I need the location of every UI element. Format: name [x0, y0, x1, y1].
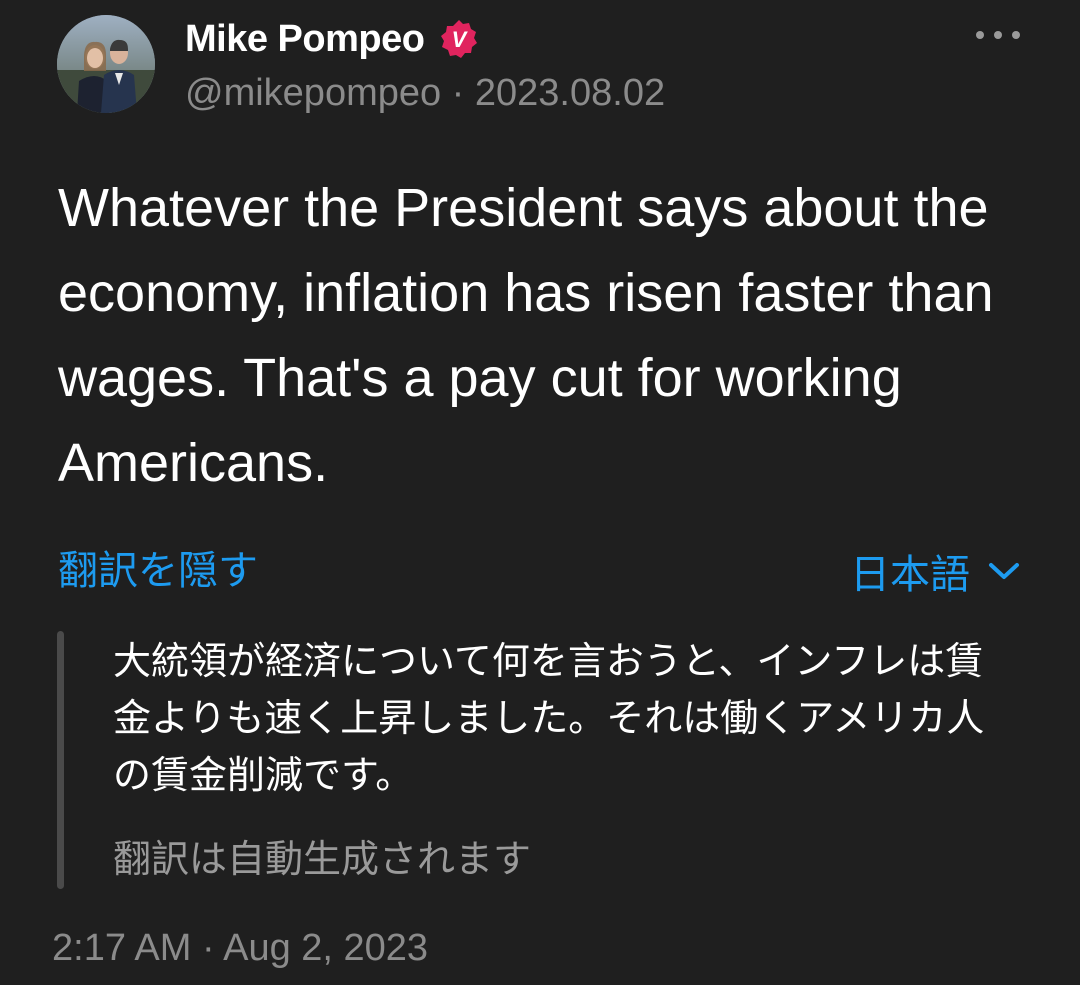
verified-badge-icon: V	[438, 18, 480, 60]
language-select[interactable]: 日本語	[850, 545, 1020, 597]
hide-translation-link[interactable]: 翻訳を隠す	[58, 545, 258, 597]
author-name-row: Mike Pompeo V	[185, 14, 480, 64]
tweet-text: Whatever the President says about the ec…	[58, 178, 994, 493]
author-handle-date[interactable]: @mikepompeo · 2023.08.02	[185, 72, 665, 115]
translation-quote-bar	[57, 631, 64, 889]
translated-text: 大統領が経済について何を言おうと、インフレは賃金よりも速く上昇しました。それは働…	[113, 641, 985, 797]
tweet-timestamp[interactable]: 2:17 AM · Aug 2, 2023	[52, 923, 428, 973]
more-options-icon[interactable]	[972, 20, 1024, 50]
chevron-down-icon	[989, 563, 1019, 579]
author-display-name[interactable]: Mike Pompeo	[185, 18, 425, 61]
svg-text:V: V	[452, 27, 469, 52]
auto-translation-note: 翻訳は自動生成されます	[113, 839, 532, 881]
avatar[interactable]	[57, 15, 155, 113]
language-label: 日本語	[850, 553, 970, 597]
